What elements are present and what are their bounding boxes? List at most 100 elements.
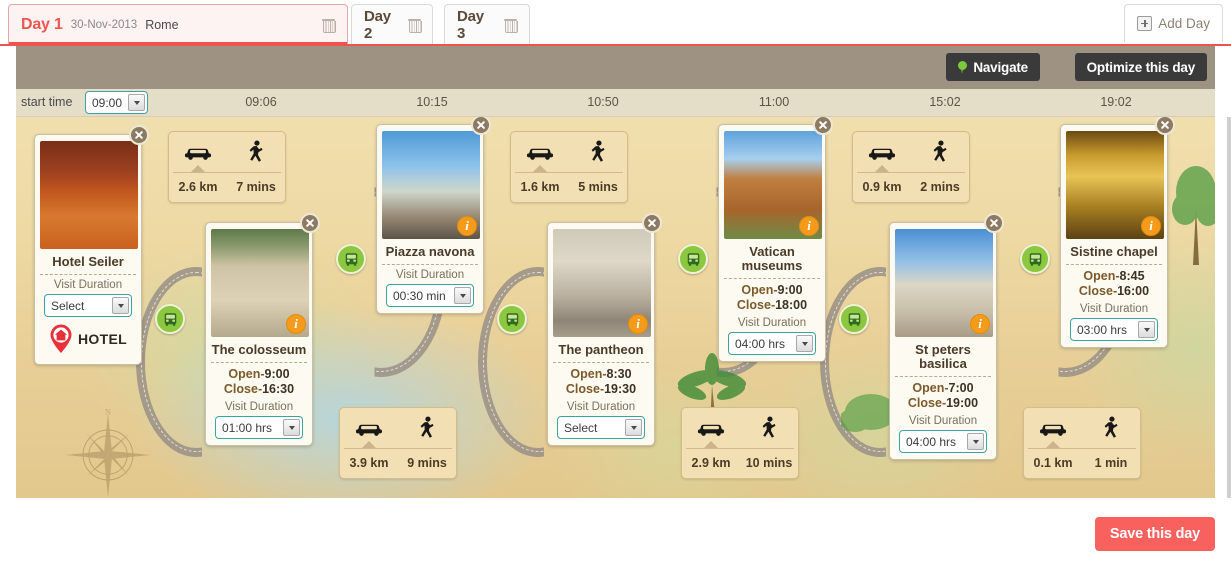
car-icon	[184, 144, 212, 160]
transport-mode-bus-icon-1[interactable]	[336, 244, 366, 274]
leg-distance: 1.6 km	[520, 180, 560, 194]
leg-duration: 9 mins	[407, 456, 447, 470]
info-icon[interactable]: i	[1141, 216, 1161, 236]
car-icon	[697, 420, 725, 436]
divider	[1028, 448, 1136, 449]
leg-distance: 2.6 km	[178, 180, 218, 194]
info-icon[interactable]: i	[286, 314, 306, 334]
chevron-down-icon	[454, 287, 471, 304]
transit-leg-card: 3.9 km 9 mins	[339, 407, 457, 479]
divider	[344, 448, 452, 449]
selected-mode-notch	[1046, 441, 1060, 448]
chevron-down-icon	[796, 335, 813, 352]
walking-person-icon	[761, 416, 777, 440]
chevron-down-icon	[283, 419, 300, 436]
transport-mode-bus-icon-4[interactable]	[839, 304, 869, 334]
walk-mode[interactable]	[1082, 408, 1140, 448]
visit-duration-select[interactable]: 04:00 hrs	[728, 332, 816, 355]
itinerary-canvas: N 2.6 km 7 mins 3.9 km 9 mins 1.6 km 5 m…	[16, 117, 1215, 498]
visit-duration-select[interactable]: 03:00 hrs	[1070, 318, 1158, 341]
optimize-day-button[interactable]: Optimize this day	[1074, 53, 1207, 81]
walk-mode[interactable]	[740, 408, 798, 448]
stop-photo	[40, 141, 138, 249]
transit-mode-icons	[682, 408, 798, 448]
tab-day-2[interactable]: Day 2	[351, 4, 433, 45]
chevron-down-icon	[967, 433, 984, 450]
leg-duration: 1 min	[1094, 456, 1128, 470]
timeline-tick-4: 15:02	[929, 95, 961, 109]
car-icon	[355, 420, 383, 436]
leg-distance: 3.9 km	[349, 456, 389, 470]
info-icon[interactable]: i	[457, 216, 477, 236]
selected-mode-notch	[191, 165, 205, 172]
stop-card: i The colosseum Open-9:00 Close-16:30 Visit …	[205, 213, 320, 446]
info-icon[interactable]: i	[970, 314, 990, 334]
tab-day-3-label: Day 3	[457, 8, 484, 42]
walk-mode[interactable]	[569, 132, 627, 172]
walk-mode[interactable]	[911, 132, 969, 172]
tab-day-1[interactable]: Day 1 30-Nov-2013 Rome	[8, 4, 348, 45]
remove-stop-button[interactable]	[300, 213, 320, 233]
walking-person-icon	[932, 140, 948, 164]
divider	[857, 172, 965, 173]
navigate-button[interactable]: Navigate	[946, 53, 1040, 81]
tab-day-3[interactable]: Day 3	[444, 4, 530, 45]
stop-photo: i	[1066, 131, 1164, 239]
chevron-down-icon	[1138, 321, 1155, 338]
remove-stop-button[interactable]	[984, 213, 1004, 233]
transport-mode-bus-icon-5[interactable]	[1020, 244, 1050, 274]
optimize-label: Optimize this day	[1086, 59, 1196, 75]
chevron-down-icon	[625, 419, 642, 436]
visit-duration-label: Visit Duration	[224, 401, 294, 413]
stop-name: St peters basilica	[895, 337, 991, 377]
selected-mode-notch	[704, 441, 718, 448]
remove-stop-button[interactable]	[813, 117, 833, 135]
leg-distance: 2.9 km	[691, 456, 731, 470]
transport-mode-bus-icon-0[interactable]	[155, 304, 185, 334]
remove-stop-button[interactable]	[642, 213, 662, 233]
add-day-label: Add Day	[1158, 16, 1210, 31]
visit-duration-value: 00:30 min	[393, 288, 446, 303]
stop-opening-hours: Open-7:00 Close-19:00	[907, 381, 979, 410]
transport-mode-bus-icon-2[interactable]	[497, 304, 527, 334]
stop-opening-hours: Open-9:00 Close-18:00	[736, 283, 808, 312]
walk-mode[interactable]	[227, 132, 285, 172]
remove-stop-button[interactable]	[471, 117, 491, 135]
map-pin-icon	[958, 60, 968, 74]
selected-mode-notch	[533, 165, 547, 172]
remove-stop-button[interactable]	[1155, 117, 1175, 135]
visit-duration-select[interactable]: Select	[557, 416, 645, 439]
info-icon[interactable]: i	[799, 216, 819, 236]
save-day-button[interactable]: Save this day	[1094, 517, 1215, 551]
stop-name: Piazza navona	[382, 239, 478, 265]
visit-duration-value: 04:00 hrs	[906, 434, 957, 449]
delete-day-1-icon[interactable]	[322, 18, 336, 33]
visit-duration-select[interactable]: 01:00 hrs	[215, 416, 303, 439]
visit-duration-select[interactable]: 04:00 hrs	[899, 430, 987, 453]
remove-stop-button[interactable]	[129, 125, 149, 145]
car-icon	[868, 144, 896, 160]
start-time-select[interactable]: 09:00	[85, 91, 148, 114]
transit-leg-card: 1.6 km 5 mins	[510, 131, 628, 203]
selected-mode-notch	[875, 165, 889, 172]
delete-day-3-icon[interactable]	[504, 18, 518, 33]
transit-leg-card: 0.9 km 2 mins	[852, 131, 970, 203]
walk-mode[interactable]	[398, 408, 456, 448]
vertical-scrollbar[interactable]	[1227, 117, 1231, 498]
delete-day-2-icon[interactable]	[408, 18, 422, 33]
stop-name: Vatican museums	[724, 239, 820, 279]
visit-duration-value: 01:00 hrs	[222, 420, 273, 435]
visit-duration-select[interactable]: 00:30 min	[386, 284, 474, 307]
stop-card: i St peters basilica Open-7:00 Close-19:00 V…	[889, 213, 1004, 460]
stop-card: Hotel Seiler Visit Duration Select HOTEL	[34, 125, 149, 365]
visit-duration-select[interactable]: Select	[44, 294, 132, 317]
add-day-button[interactable]: Add Day	[1124, 4, 1223, 42]
selected-mode-notch	[362, 441, 376, 448]
leg-duration: 7 mins	[236, 180, 276, 194]
chevron-down-icon	[128, 94, 145, 111]
walking-person-icon	[590, 140, 606, 164]
transit-mode-icons	[511, 132, 627, 172]
info-icon[interactable]: i	[628, 314, 648, 334]
hotel-pin-icon	[49, 324, 73, 354]
transport-mode-bus-icon-3[interactable]	[678, 244, 708, 274]
